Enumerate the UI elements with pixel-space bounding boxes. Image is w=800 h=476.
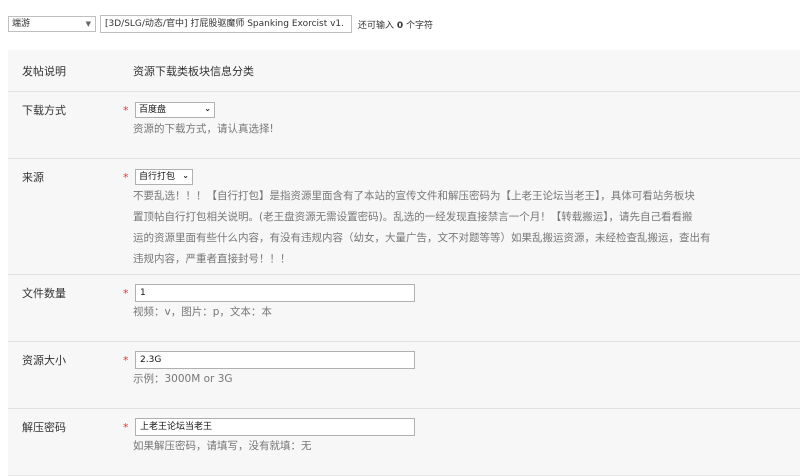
category-select[interactable]: 端游 ▼ xyxy=(8,16,96,32)
resource-size-input[interactable]: 2.3G xyxy=(135,351,415,369)
file-count-row: 文件数量 * 1 视频：v，图片：p，文本：本 xyxy=(8,275,800,342)
download-method-row: 下载方式 * 百度盘 ⌄ 资源的下载方式，请认真选择! xyxy=(8,92,800,159)
required-mark: * xyxy=(123,420,129,434)
unzip-password-label: 解压密码 xyxy=(22,421,66,434)
unzip-password-input[interactable]: 上老王论坛当老王 xyxy=(135,418,415,436)
file-count-label: 文件数量 xyxy=(22,287,66,300)
source-hint-line-1: 不要乱选！！！【自行打包】是指资源里面含有了本站的宣传文件和解压密码为【上老王论… xyxy=(133,190,695,202)
required-mark: * xyxy=(123,103,129,117)
resource-size-row: 资源大小 * 2.3G 示例：3000M or 3G xyxy=(8,342,800,409)
source-hint-line-4: 违规内容，严重者直接封号！！！ xyxy=(133,253,291,265)
source-select[interactable]: 自行打包 ⌄ xyxy=(135,169,193,185)
char-counter-suffix: 个字符 xyxy=(406,21,434,31)
required-mark: * xyxy=(123,170,129,184)
resource-size-hint: 示例：3000M or 3G xyxy=(133,373,233,385)
title-input-value: [3D/SLG/动态/官中] 打屁股驱魔师 Spanking Exorcist … xyxy=(105,19,345,29)
char-counter-prefix: 还可输入 xyxy=(358,21,395,31)
chevron-down-icon: ⌄ xyxy=(204,104,211,113)
file-count-input[interactable]: 1 xyxy=(135,284,415,302)
char-counter: 还可输入 0 个字符 xyxy=(358,18,433,31)
category-select-value: 端游 xyxy=(12,19,31,29)
download-method-label: 下载方式 xyxy=(22,104,66,117)
required-mark: * xyxy=(123,353,129,367)
source-label: 来源 xyxy=(22,171,44,184)
resource-size-label: 资源大小 xyxy=(22,354,66,367)
top-bar: 端游 ▼ [3D/SLG/动态/官中] 打屁股驱魔师 Spanking Exor… xyxy=(0,0,800,46)
form-header-row: 发帖说明 资源下载类板块信息分类 xyxy=(8,50,800,92)
chevron-down-icon: ⌄ xyxy=(182,171,189,180)
form-header-text: 资源下载类板块信息分类 xyxy=(133,64,254,78)
required-mark: * xyxy=(123,286,129,300)
download-method-select[interactable]: 百度盘 ⌄ xyxy=(135,102,215,118)
form-header-label: 发帖说明 xyxy=(22,64,66,78)
char-counter-value: 0 xyxy=(396,21,404,31)
source-row: 来源 * 自行打包 ⌄ 不要乱选！！！【自行打包】是指资源里面含有了本站的宣传文… xyxy=(8,159,800,275)
unzip-password-hint: 如果解压密码，请填写，没有就填：无 xyxy=(133,440,312,452)
file-count-hint: 视频：v，图片：p，文本：本 xyxy=(133,306,272,318)
source-hint-line-3: 运的资源里面有些什么内容，有没有违规内容（幼女，大量广告，文不对题等等）如果乱搬… xyxy=(133,232,711,244)
chevron-down-icon: ▼ xyxy=(85,20,91,28)
source-select-value: 自行打包 xyxy=(139,172,176,182)
unzip-password-row: 解压密码 * 上老王论坛当老王 如果解压密码，请填写，没有就填：无 xyxy=(8,409,800,476)
download-method-hint: 资源的下载方式，请认真选择! xyxy=(133,123,274,135)
source-hint-line-2: 置顶帖自行打包相关说明。(老王盘资源无需设置密码)。乱选的一经发现直接禁言一个月… xyxy=(133,211,693,223)
resource-form: 发帖说明 资源下载类板块信息分类 下载方式 * 百度盘 ⌄ 资源的下载方式，请认… xyxy=(8,50,800,476)
download-method-select-value: 百度盘 xyxy=(139,105,167,115)
title-input[interactable]: [3D/SLG/动态/官中] 打屁股驱魔师 Spanking Exorcist … xyxy=(100,15,352,33)
